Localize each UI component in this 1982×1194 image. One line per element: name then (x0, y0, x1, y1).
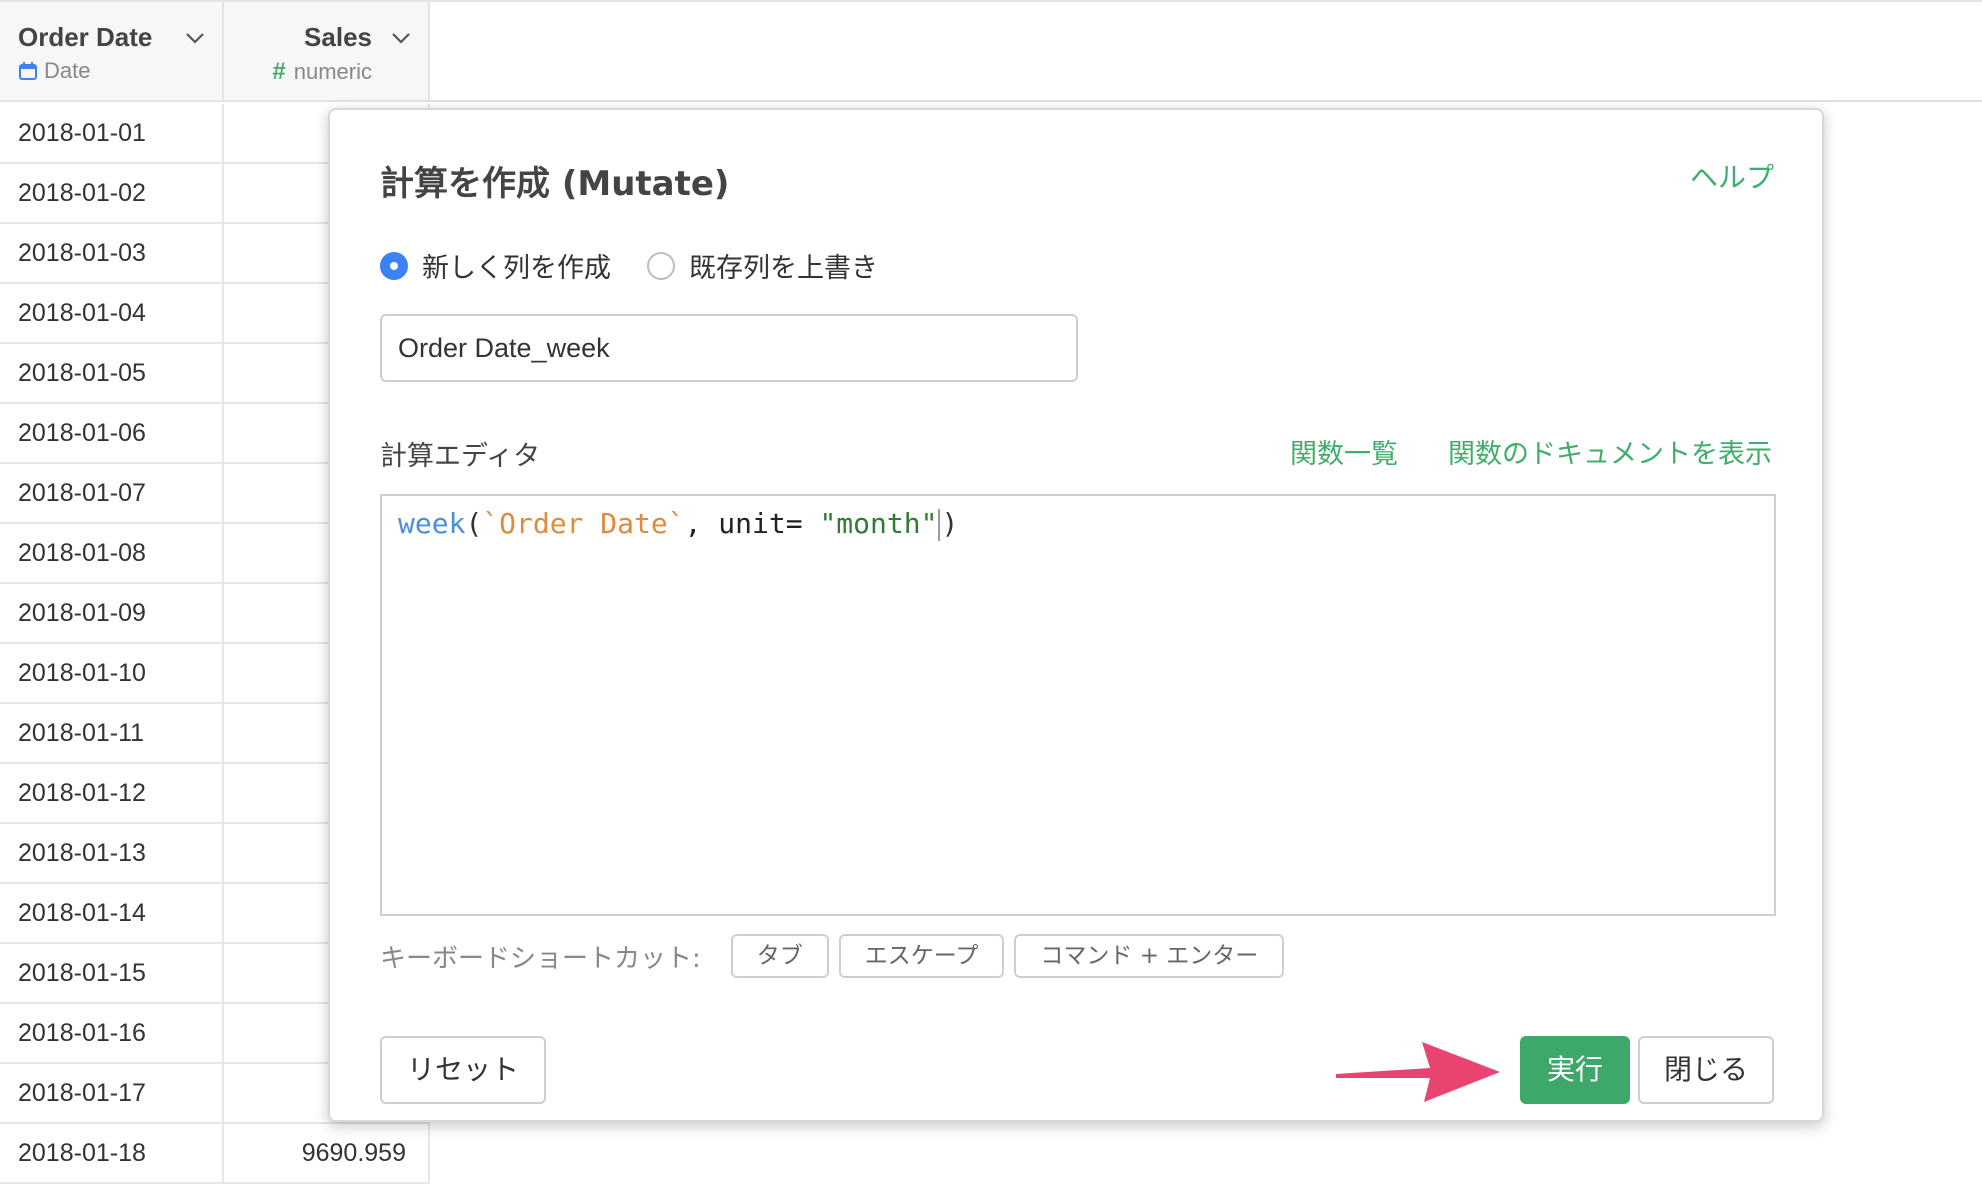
shortcut-command-enter: コマンド + エンター (1014, 934, 1285, 978)
code-token-plain: , unit= (684, 507, 820, 540)
chevron-down-icon[interactable] (184, 30, 206, 46)
shortcut-label: キーボードショートカット: (380, 943, 701, 974)
cell-order-date: 2018-01-02 (0, 164, 224, 222)
cell-order-date: 2018-01-04 (0, 284, 224, 342)
grid-header-border (428, 100, 1982, 102)
code-token-punc: ( (465, 507, 483, 540)
cell-order-date: 2018-01-01 (0, 104, 224, 162)
cell-order-date: 2018-01-12 (0, 764, 224, 822)
dialog-title: 計算を作成 (Mutate) (380, 164, 730, 204)
cell-order-date: 2018-01-07 (0, 464, 224, 522)
column-header-sales[interactable]: Sales # numeric (224, 2, 430, 102)
cell-order-date: 2018-01-05 (0, 344, 224, 402)
column-type-label: numeric (293, 59, 372, 84)
radio-create-new-column[interactable]: 新しく列を作成 (380, 246, 611, 285)
column-header-order-date[interactable]: Order Date Date (0, 2, 224, 102)
reset-button[interactable]: リセット (380, 1036, 546, 1104)
radio-button-checked[interactable] (380, 251, 408, 280)
radio-label: 既存列を上書き (689, 253, 878, 284)
cell-order-date: 2018-01-13 (0, 824, 224, 882)
cell-order-date: 2018-01-08 (0, 524, 224, 582)
cell-order-date: 2018-01-18 (0, 1124, 224, 1182)
radio-overwrite-column[interactable]: 既存列を上書き (647, 246, 878, 285)
shortcut-tab: タブ (730, 934, 829, 978)
cell-order-date: 2018-01-09 (0, 584, 224, 642)
column-type-label: Date (44, 58, 91, 83)
column-name-input[interactable] (380, 314, 1078, 382)
close-button[interactable]: 閉じる (1638, 1036, 1774, 1104)
column-type: # numeric (272, 58, 372, 86)
column-type: Date (18, 58, 90, 84)
cell-order-date: 2018-01-03 (0, 224, 224, 282)
shortcut-escape: エスケープ (838, 934, 1005, 978)
editor-links: 関数一覧 関数のドキュメントを表示 (1290, 432, 1772, 471)
column-name: Sales (304, 22, 372, 52)
arrow-pointer-icon (1336, 1042, 1500, 1102)
cell-sales: 9690.959 (224, 1124, 430, 1182)
function-docs-link[interactable]: 関数のドキュメントを表示 (1448, 432, 1772, 471)
cell-order-date: 2018-01-10 (0, 644, 224, 702)
calendar-icon (19, 62, 37, 80)
column-name: Order Date (18, 22, 153, 52)
calculation-editor-label: 計算エディタ (380, 441, 541, 472)
hash-icon: # (272, 58, 286, 85)
function-list-link[interactable]: 関数一覧 (1290, 432, 1398, 471)
cell-order-date: 2018-01-06 (0, 404, 224, 462)
code-token-field: `Order Date` (482, 507, 685, 540)
code-token-punc: ) (941, 507, 959, 540)
mode-radio-group: 新しく列を作成 既存列を上書き (380, 246, 914, 285)
mutate-dialog: 計算を作成 (Mutate) ヘルプ 新しく列を作成 既存列を上書き 計算エディ… (328, 108, 1824, 1122)
code-editor[interactable]: week(`Order Date`, unit= "month") (380, 494, 1776, 916)
chevron-down-icon[interactable] (390, 30, 412, 46)
radio-button[interactable] (647, 251, 675, 280)
cell-order-date: 2018-01-14 (0, 884, 224, 942)
radio-label: 新しく列を作成 (422, 253, 611, 284)
run-button[interactable]: 実行 (1520, 1036, 1630, 1104)
keyboard-shortcut-bar: キーボードショートカット: タブ エスケープ コマンド + エンター (380, 934, 1294, 978)
cell-order-date: 2018-01-15 (0, 944, 224, 1002)
code-token-fn: week (398, 507, 466, 540)
help-link[interactable]: ヘルプ (1690, 156, 1774, 196)
cell-order-date: 2018-01-11 (0, 704, 224, 762)
code-token-str: "month" (819, 507, 938, 540)
cell-order-date: 2018-01-17 (0, 1064, 224, 1122)
cell-order-date: 2018-01-16 (0, 1004, 224, 1062)
table-row[interactable]: 2018-01-18 9690.959 (0, 1124, 430, 1184)
